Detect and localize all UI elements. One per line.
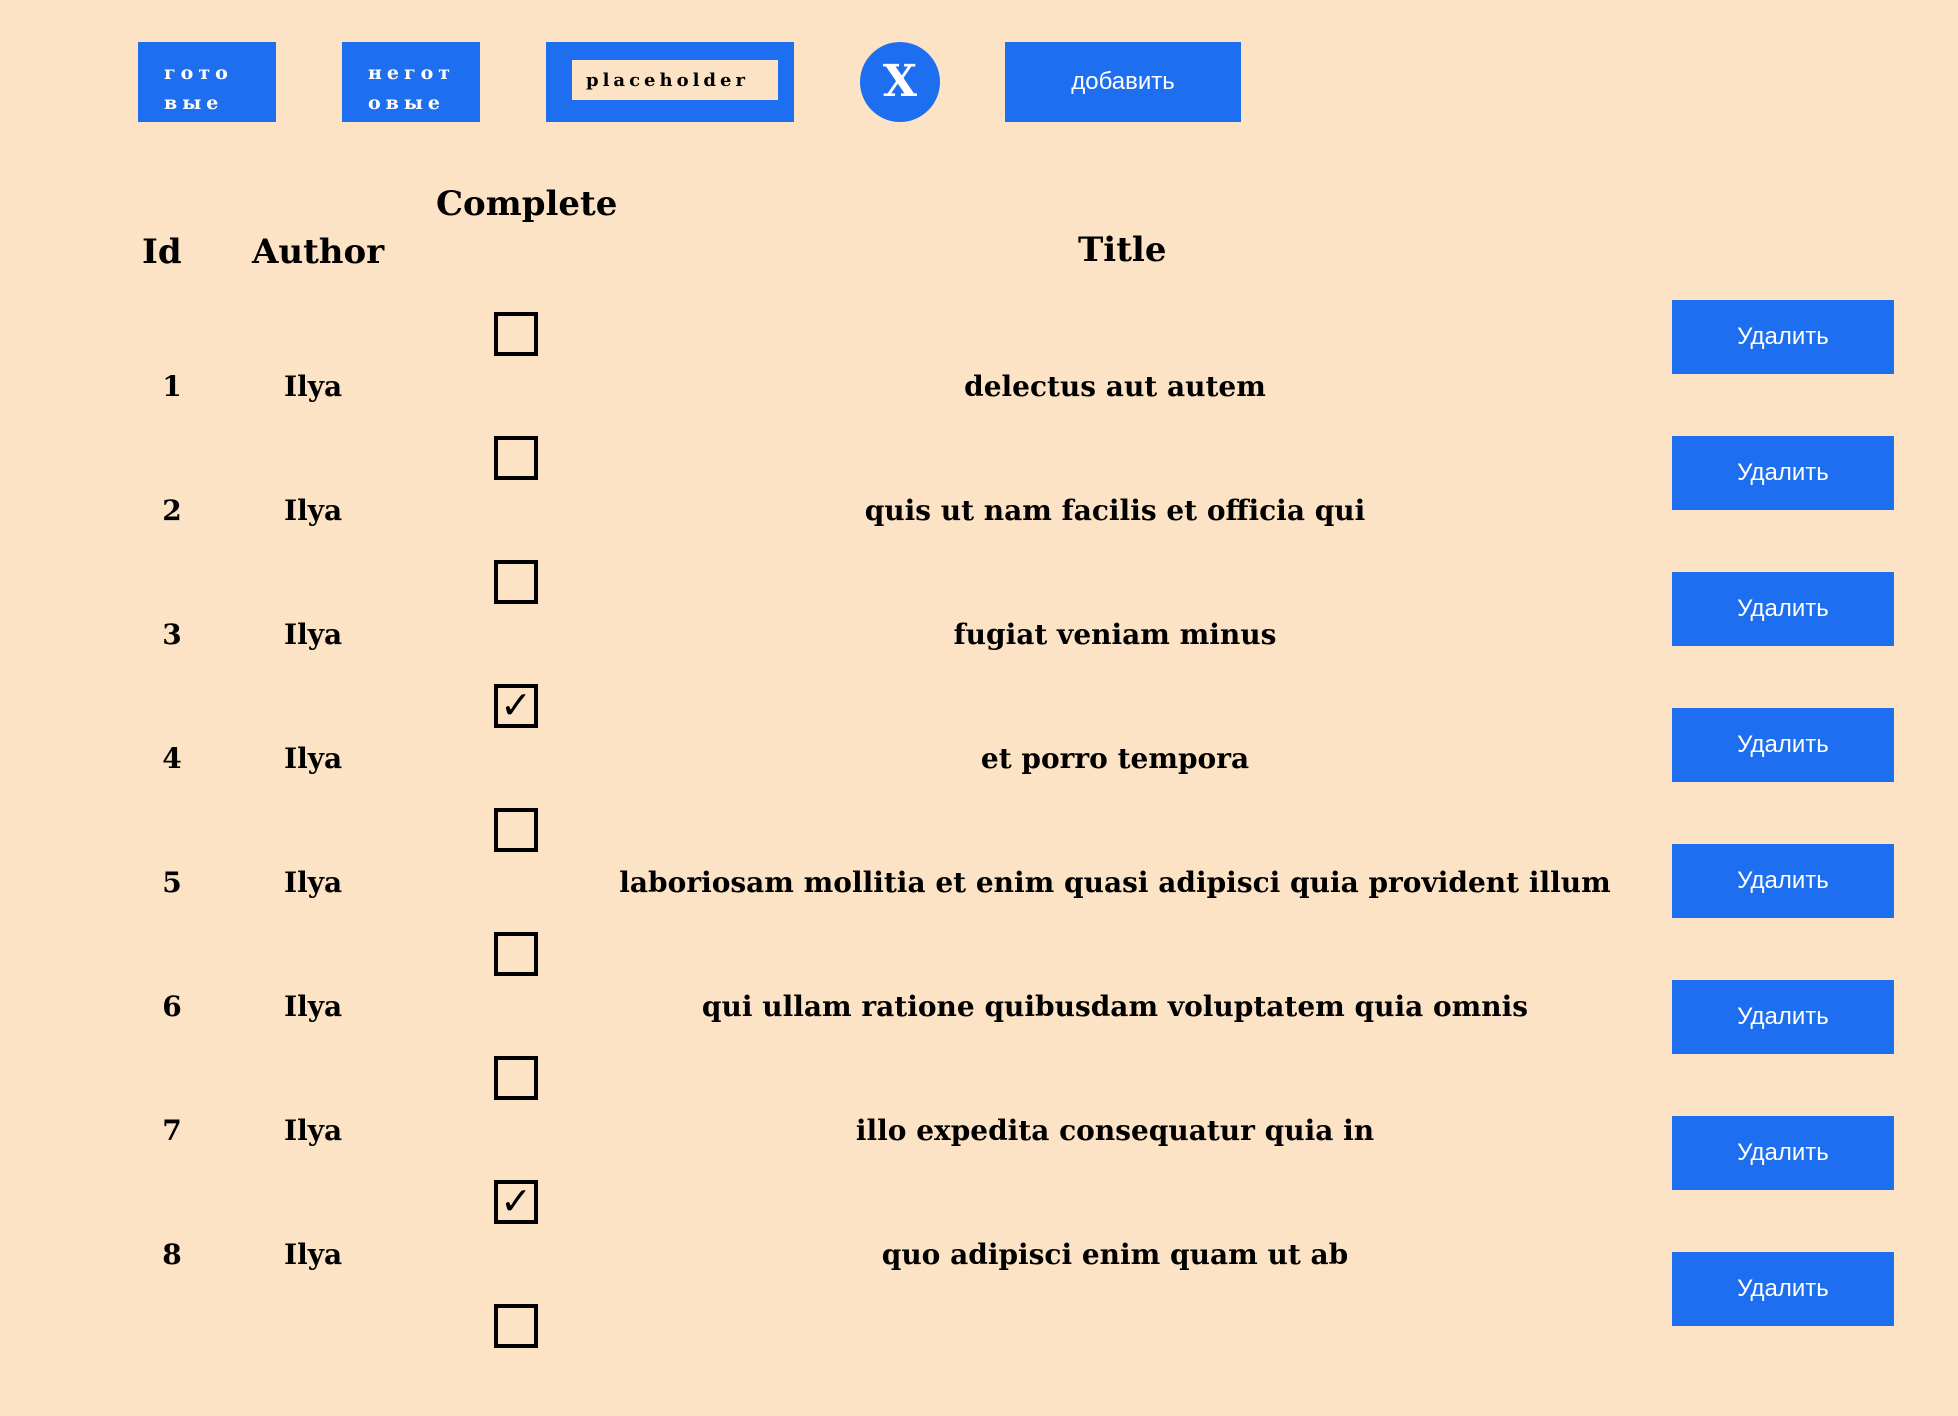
table-row: 7 Ilya illo expedita consequatur quia in… xyxy=(0,1044,1958,1190)
row-author: Ilya xyxy=(284,618,343,651)
search-box xyxy=(546,42,794,122)
column-header-title: Title xyxy=(1078,230,1167,270)
row-author: Ilya xyxy=(284,1114,343,1147)
row-id: 7 xyxy=(162,1114,182,1147)
complete-checkbox[interactable]: ✓ xyxy=(494,684,538,728)
clear-search-button[interactable]: X xyxy=(860,42,940,122)
column-header-id: Id xyxy=(142,232,182,272)
row-author: Ilya xyxy=(284,1238,343,1271)
todo-list: 1 Ilya delectus aut autem Удалить 2 Ilya… xyxy=(0,300,1958,1416)
table-row: 1 Ilya delectus aut autem Удалить xyxy=(0,300,1958,424)
search-input[interactable] xyxy=(572,60,778,100)
row-id: 3 xyxy=(162,618,182,651)
row-title: quo adipisci enim quam ut ab xyxy=(881,1238,1349,1271)
delete-button[interactable]: Удалить xyxy=(1672,980,1894,1054)
row-title: illo expedita consequatur quia in xyxy=(855,1114,1375,1147)
delete-button[interactable]: Удалить xyxy=(1672,844,1894,918)
row-author: Ilya xyxy=(284,370,343,403)
column-header-complete: Complete xyxy=(436,184,618,224)
row-title: delectus aut autem xyxy=(964,370,1266,403)
table-row: 3 Ilya fugiat veniam minus Удалить xyxy=(0,548,1958,672)
table-row: 5 Ilya laboriosam mollitia et enim quasi… xyxy=(0,796,1958,920)
row-title: qui ullam ratione quibusdam voluptatem q… xyxy=(701,990,1529,1023)
row-id: 2 xyxy=(162,494,182,527)
row-id: 6 xyxy=(162,990,182,1023)
delete-button[interactable]: Удалить xyxy=(1672,436,1894,510)
row-title: quis ut nam facilis et officia qui xyxy=(864,494,1366,527)
table-row: ✓ 4 Ilya et porro tempora Удалить xyxy=(0,672,1958,796)
row-author: Ilya xyxy=(284,494,343,527)
row-author: Ilya xyxy=(284,866,343,899)
filter-undone-label-line1: негот xyxy=(368,62,456,84)
complete-checkbox[interactable] xyxy=(494,1056,538,1100)
row-author: Ilya xyxy=(284,742,343,775)
row-title: et porro tempora xyxy=(980,742,1250,775)
table-row: 2 Ilya quis ut nam facilis et officia qu… xyxy=(0,424,1958,548)
complete-checkbox[interactable] xyxy=(494,560,538,604)
table-header: Id Author Complete Title xyxy=(0,180,1958,280)
row-title: laboriosam mollitia et enim quasi adipis… xyxy=(619,866,1611,899)
complete-checkbox[interactable] xyxy=(494,312,538,356)
row-id: 1 xyxy=(162,370,182,403)
toolbar: гото вые негот овые X добавить xyxy=(0,0,1958,160)
row-title: fugiat veniam minus xyxy=(953,618,1277,651)
filter-undone-label-line2: овые xyxy=(368,92,446,114)
row-id: 5 xyxy=(162,866,182,899)
row-id: 4 xyxy=(162,742,182,775)
filter-done-button[interactable]: гото вые xyxy=(138,42,276,122)
table-row: 6 Ilya qui ullam ratione quibusdam volup… xyxy=(0,920,1958,1054)
add-button[interactable]: добавить xyxy=(1005,42,1241,122)
column-header-author: Author xyxy=(252,232,385,272)
delete-button[interactable]: Удалить xyxy=(1672,300,1894,374)
filter-done-label-line2: вые xyxy=(164,92,224,114)
delete-button[interactable]: Удалить xyxy=(1672,708,1894,782)
complete-checkbox[interactable] xyxy=(494,1304,538,1348)
complete-checkbox[interactable] xyxy=(494,932,538,976)
complete-checkbox[interactable] xyxy=(494,436,538,480)
table-row xyxy=(0,1292,1958,1416)
filter-done-label-line1: гото xyxy=(164,62,233,84)
filter-undone-button[interactable]: негот овые xyxy=(342,42,480,122)
complete-checkbox[interactable]: ✓ xyxy=(494,1180,538,1224)
delete-button[interactable]: Удалить xyxy=(1672,572,1894,646)
row-author: Ilya xyxy=(284,990,343,1023)
row-id: 8 xyxy=(162,1238,182,1271)
complete-checkbox[interactable] xyxy=(494,808,538,852)
table-row: ✓ 8 Ilya quo adipisci enim quam ut ab Уд… xyxy=(0,1168,1958,1326)
